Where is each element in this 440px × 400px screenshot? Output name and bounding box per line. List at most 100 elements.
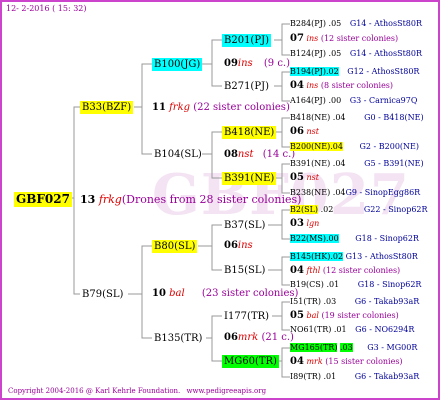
gen4-ref: G6 - Takab93aR (354, 297, 420, 306)
gen4-row: 07 ins (12 sister colonies) (290, 34, 398, 44)
gen4-ref: G14 - AthosSt80R (349, 19, 422, 28)
gen1-bottom-id: B79(SL) (82, 289, 124, 300)
gen4-id: A164(PJ) (290, 96, 326, 105)
gen4-id: B238(NE) (290, 188, 331, 197)
gen4-row: B22(MS).00 G18 - Sinop62R (290, 234, 419, 244)
gen4-val: .04 (332, 113, 346, 122)
gen4-val: .05 (328, 19, 342, 28)
gen4-ref: G0 - B418(NE) (364, 113, 424, 122)
gen4-name: mrk (306, 357, 323, 366)
gen2-b-id: B104(SL) (154, 149, 202, 160)
gen4-ref: G6 - Takab93aR (354, 372, 420, 381)
gen4-val: .04 (332, 188, 346, 197)
gen4-note: (15 sister colonies) (325, 357, 403, 366)
gen4-ref: G12 - AthosSt80R (347, 67, 420, 76)
gen4-row: B145(HK).02 G13 - AthosSt80R (290, 252, 418, 262)
gen3-b1: B418(NE) (222, 126, 277, 139)
gen3-c2: B15(SL) (224, 265, 266, 276)
gen4-id: MG165(TR) (290, 343, 338, 352)
gen4-id: B284(PJ) (290, 19, 326, 28)
root-gen: 13 (80, 193, 96, 206)
gen2-d-id: B135(TR) (154, 333, 203, 344)
gen4-name: ins (306, 34, 319, 43)
gen4-val: .03 (323, 297, 337, 306)
gen4-val: .01 (326, 280, 340, 289)
gen3-b2: B391(NE) (222, 172, 277, 185)
gen3-a1: B201(PJ) (222, 34, 271, 47)
gen4-name: fthl (306, 266, 321, 275)
gen4-ref: G2 - B200(NE) (359, 142, 420, 151)
gen4-note: (19 sister colonies) (321, 311, 399, 320)
gen2-a-name: ins (237, 58, 253, 69)
gen2-a-note: (9 c.) (263, 58, 291, 69)
gen4-name: lgn (306, 219, 320, 228)
gen2-c-gen: 06 (224, 240, 238, 251)
gen4-id: B418(NE) (290, 113, 331, 122)
gen4-row: B238(NE) .04G9 - SinopEgg86R (290, 188, 420, 198)
gen4-val: .04 (330, 142, 343, 151)
gen4-row: NO61(TR) .01 G6 - NO6294R (290, 325, 414, 335)
gen1-top-name: frkg (169, 102, 191, 113)
gen4-ref: G22 - Sinop62R (363, 205, 428, 214)
gen4-gen: 07 (290, 33, 304, 44)
root-id: GBF027 (14, 192, 72, 207)
gen4-row: B194(PJ).02 G12 - AthosSt80R (290, 67, 419, 77)
gen4-ref: G6 - NO6294R (355, 325, 415, 334)
gen1-bottom-name: bal (169, 288, 185, 299)
gen1-bottom-label: 10 bal (23 sister colonies) (152, 288, 298, 300)
gen4-row: B391(NE) .04 G5 - B391(NE) (290, 159, 424, 169)
gen4-id: I51(TR) (290, 297, 321, 306)
gen4-val: .03 (340, 343, 353, 352)
footer-link[interactable]: www.pedigreeapis.org (187, 387, 267, 395)
gen4-row: 05 nst (290, 173, 319, 183)
gen2-a-gen: 09 (224, 58, 238, 69)
gen4-ref: G18 - Sinop62R (355, 234, 419, 243)
gen2-b-label: 08nst (14 c.) (224, 149, 295, 161)
root-label: 13 frkg(Drones from 28 sister colonies) (80, 194, 301, 206)
gen4-ref: G13 - AthosSt80R (345, 252, 418, 261)
gen4-gen: 03 (290, 218, 304, 229)
gen4-id: B145(HK) (290, 252, 331, 261)
gen4-val: .00 (325, 234, 339, 243)
gen2-b-name: nst (237, 149, 254, 160)
gen4-ref: G3 - MG00R (367, 343, 418, 352)
gen4-id: B2(SL) (290, 205, 319, 214)
gen4-name: nst (306, 127, 319, 136)
gen4-id: B19(CS) (290, 280, 324, 289)
gen4-ref: G9 - SinopEgg86R (345, 188, 421, 197)
gen4-ref: G18 - Sinop62R (357, 280, 422, 289)
gen4-val: .02 (320, 205, 334, 214)
gen4-id: NO61(TR) (290, 325, 332, 334)
gen4-gen: 04 (290, 80, 304, 91)
gen4-row: 06 nst (290, 127, 319, 137)
gen4-row: 04 fthl (12 sister colonies) (290, 266, 400, 276)
gen4-id: B194(PJ) (290, 67, 326, 76)
gen4-gen: 04 (290, 356, 304, 367)
gen2-c-name: ins (237, 240, 253, 251)
gen4-val: .02 (325, 67, 339, 76)
gen4-note: (12 sister colonies) (320, 34, 399, 43)
gen4-row: B200(NE).04 G2 - B200(NE) (290, 142, 419, 152)
gen4-row: 03 lgn (290, 219, 319, 229)
gen2-a-label: 09ins (9 c.) (224, 58, 290, 70)
gen4-row: 04 mrk (15 sister colonies) (290, 357, 403, 367)
gen4-val: .04 (332, 159, 346, 168)
root-name: frkg (98, 193, 122, 206)
gen3-a2: B271(PJ) (224, 81, 269, 92)
gen4-val: .02 (330, 252, 344, 261)
gen4-row: B284(PJ) .05 G14 - AthosSt80R (290, 19, 422, 29)
gen2-d-name: mrk (237, 332, 259, 343)
gen4-row: B418(NE) .04 G0 - B418(NE) (290, 113, 424, 123)
gen2-a-id: B100(JG) (152, 58, 203, 71)
gen4-gen: 05 (290, 310, 304, 321)
gen1-top-note: (22 sister colonies) (193, 102, 290, 113)
gen2-b-gen: 08 (224, 149, 238, 160)
gen4-id: B124(PJ) (290, 49, 326, 58)
gen3-d2: MG60(TR) (222, 355, 279, 368)
gen2-c-id: B80(SL) (152, 240, 198, 253)
gen4-name: ins (306, 81, 319, 90)
gen1-bottom-gen: 10 (152, 288, 166, 299)
gen1-bottom-note: (23 sister colonies) (201, 288, 299, 299)
gen4-note: (12 sister colonies) (322, 266, 401, 275)
gen4-val: .01 (333, 325, 347, 334)
